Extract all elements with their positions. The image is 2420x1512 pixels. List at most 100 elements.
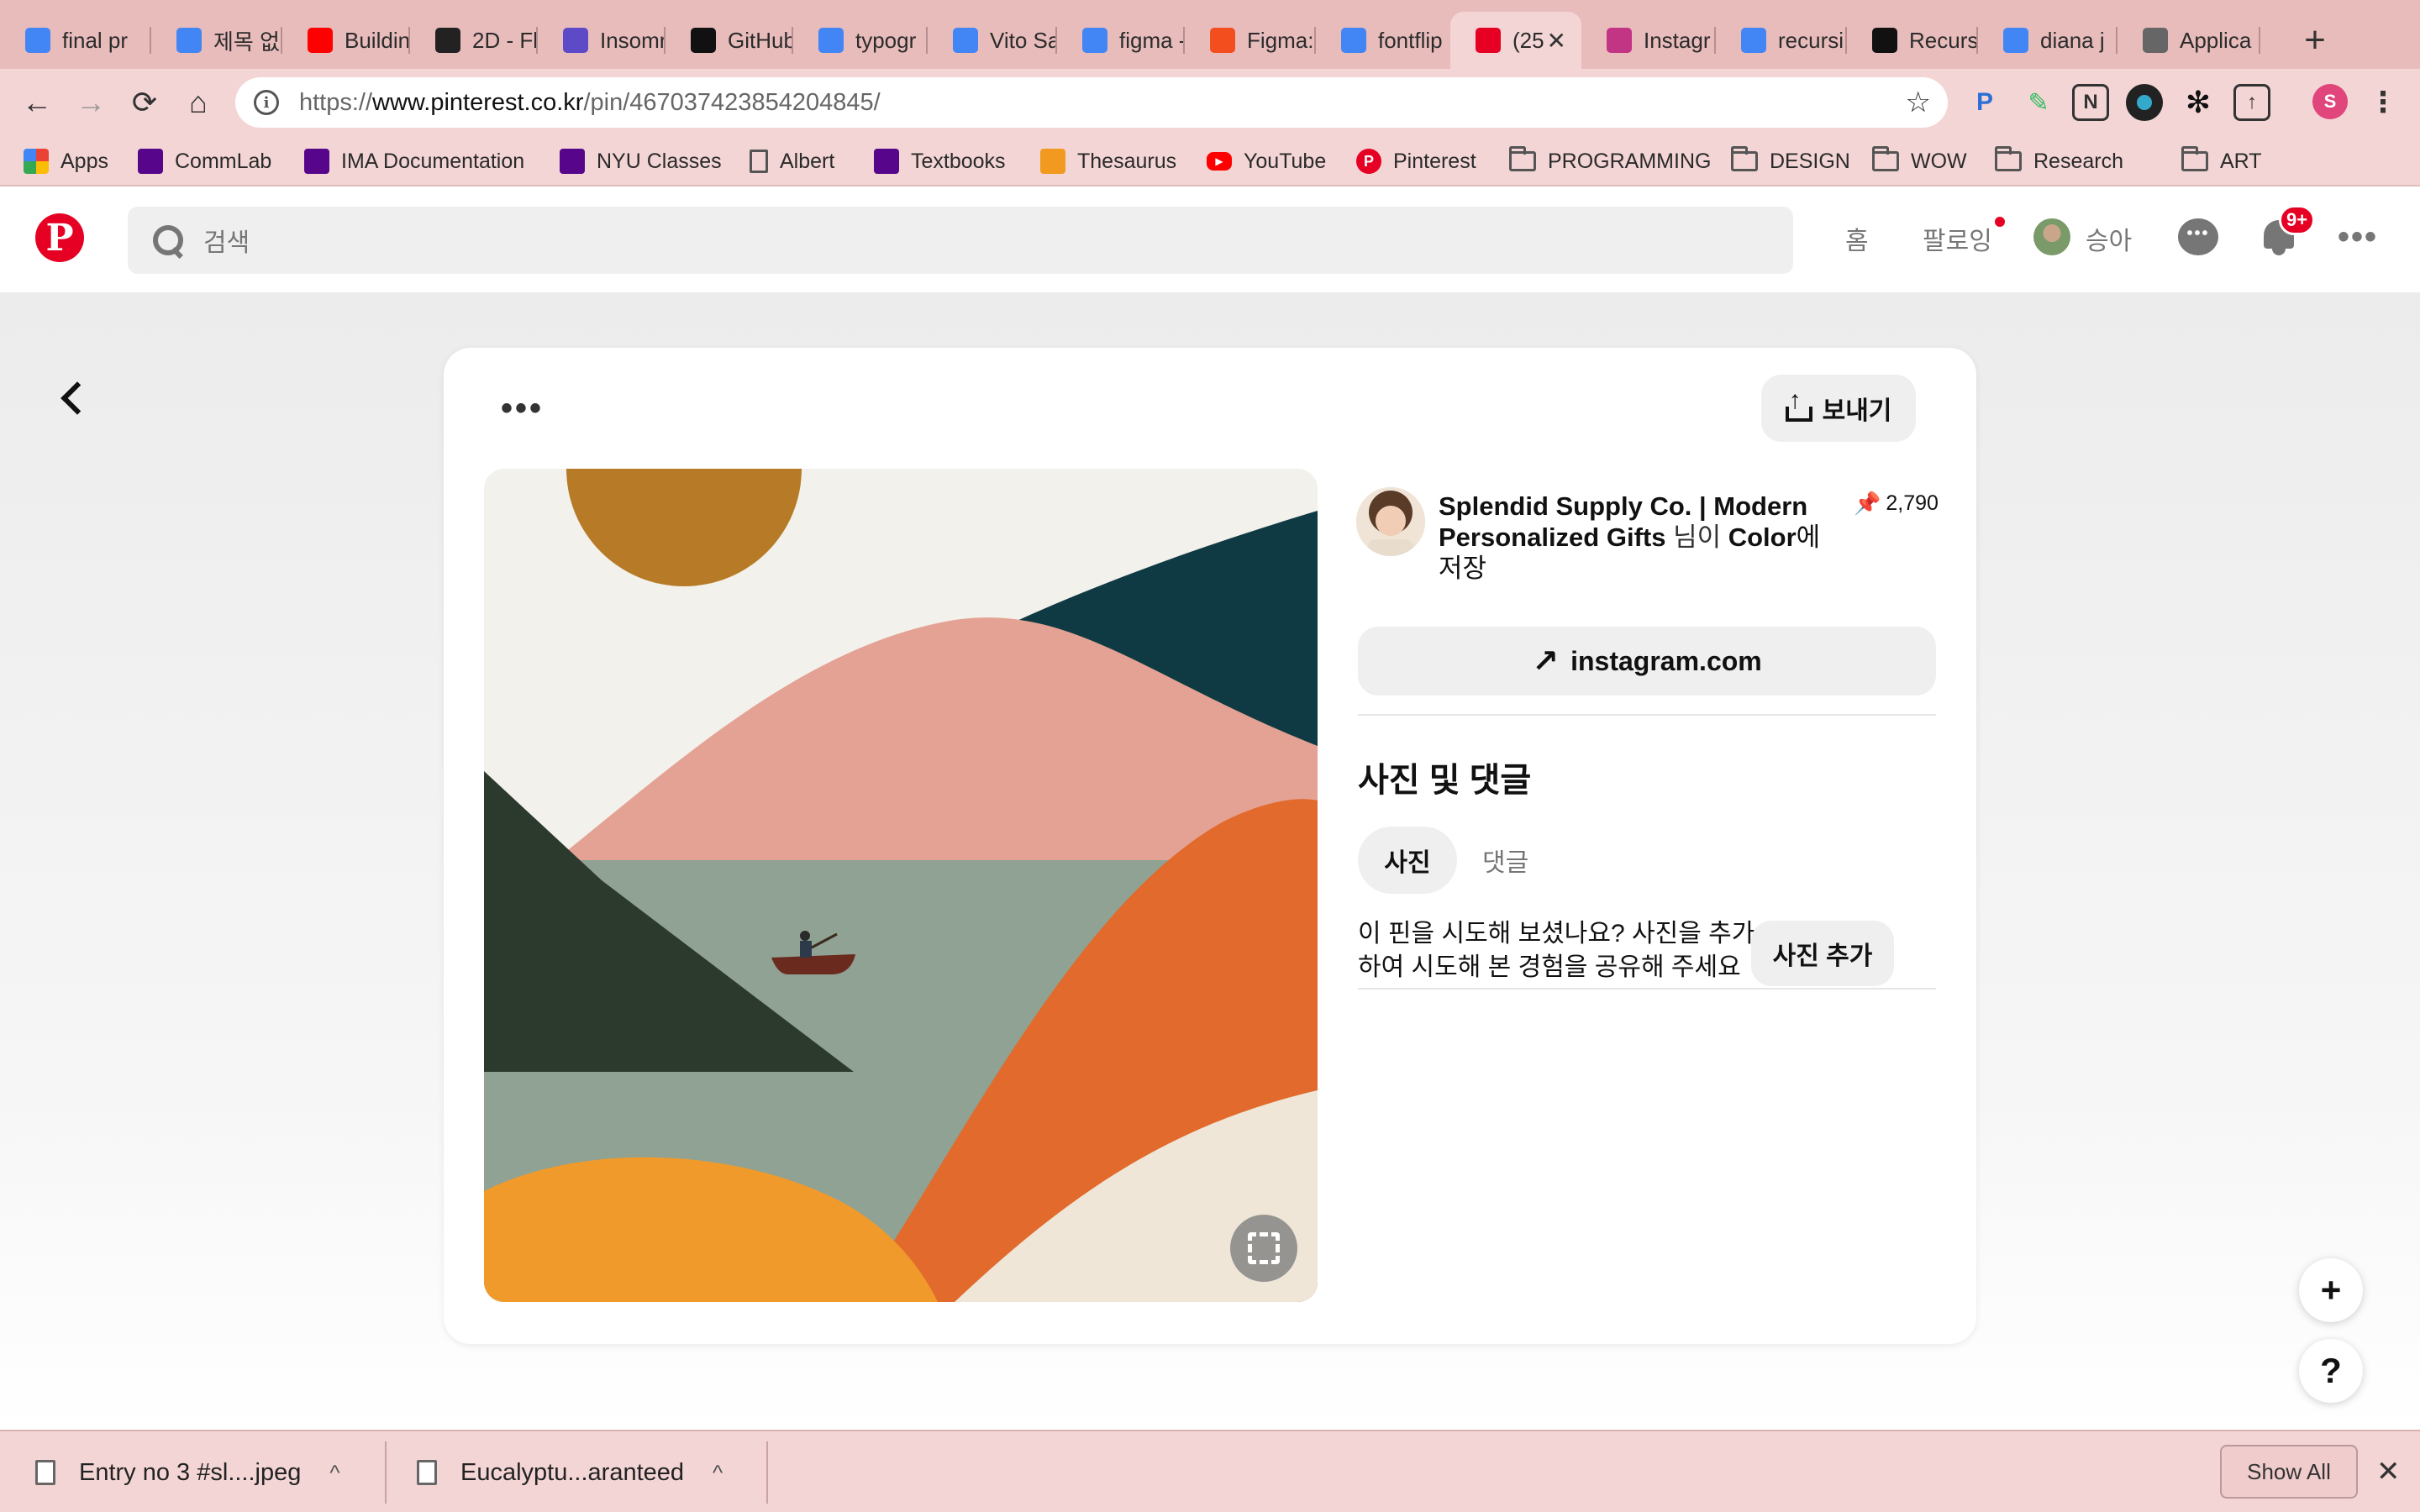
address-bar[interactable]: i https://www.pinterest.co.kr/pin/467037… xyxy=(235,77,1948,128)
nyu-torch-icon xyxy=(560,149,585,174)
bookmark-item[interactable]: Albert xyxy=(750,136,834,186)
bookmark-item[interactable]: Research xyxy=(1995,136,2123,186)
bookmark-label: YouTube xyxy=(1244,149,1327,173)
bookmark-item[interactable]: ▶ YouTube xyxy=(1207,136,1326,186)
tab-title: fontflip xyxy=(1378,27,1443,53)
browser-tab[interactable]: (25 ✕ xyxy=(1450,12,1581,69)
youtube-icon xyxy=(308,28,333,53)
bookmark-item[interactable]: Thesaurus xyxy=(1040,136,1176,186)
bookmark-item[interactable]: PROGRAMMING xyxy=(1509,136,1711,186)
board-name-link[interactable]: Color xyxy=(1728,522,1797,552)
pin-more-options-icon[interactable]: ••• xyxy=(501,391,544,425)
pinterest-icon xyxy=(1476,28,1501,53)
folder-icon xyxy=(1509,146,1536,171)
bookmark-item[interactable]: ART xyxy=(2181,136,2262,186)
bookmark-star-icon[interactable]: ☆ xyxy=(1906,86,1931,119)
chevron-up-icon[interactable]: ^ xyxy=(713,1460,723,1486)
messages-icon[interactable]: ••• xyxy=(2178,218,2218,255)
home-icon[interactable]: ⌂ xyxy=(176,81,220,124)
bookmark-item[interactable]: Apps xyxy=(24,136,108,186)
browser-tab[interactable]: typogr xyxy=(793,12,928,69)
bookmark-item[interactable]: DESIGN xyxy=(1731,136,1850,186)
bookmark-item[interactable]: NYU Classes xyxy=(560,136,722,186)
more-options-icon[interactable]: ••• xyxy=(2338,220,2378,254)
browser-tab[interactable]: 제목 없는 xyxy=(151,12,282,69)
browser-menu-icon[interactable]: ⋮ xyxy=(2365,84,2402,121)
expand-image-button[interactable] xyxy=(1230,1215,1297,1282)
close-downloads-icon[interactable]: ✕ xyxy=(2376,1455,2401,1488)
tab-comments[interactable]: 댓글 xyxy=(1482,827,1528,894)
add-photo-button[interactable]: 사진 추가 xyxy=(1751,921,1894,986)
bookmark-item[interactable]: WOW xyxy=(1872,136,1967,186)
browser-tab[interactable]: recursi xyxy=(1716,12,1847,69)
browser-tab[interactable]: Vito Sa xyxy=(928,12,1057,69)
browser-tab[interactable]: Figma: xyxy=(1185,12,1316,69)
close-tab-icon[interactable]: ✕ xyxy=(1547,27,1566,55)
chevron-up-icon[interactable]: ^ xyxy=(329,1460,339,1486)
tab-separator xyxy=(2259,27,2260,54)
pinterest-logo-icon[interactable]: P xyxy=(35,213,84,262)
tab-title: GitHub xyxy=(728,27,793,53)
extension-upload-icon[interactable]: ↑ xyxy=(2233,84,2270,121)
tab-title: Recurs xyxy=(1909,27,1978,53)
browser-tab[interactable]: Instagr xyxy=(1581,12,1716,69)
reload-icon[interactable]: ⟳ xyxy=(123,81,166,124)
search-input[interactable]: 검색 xyxy=(128,207,1793,274)
image-file-icon xyxy=(35,1460,55,1485)
browser-tab[interactable]: Applica xyxy=(2118,12,2260,69)
bookmark-label: WOW xyxy=(1911,149,1967,173)
tab-title: (25 xyxy=(1512,27,1544,53)
tab-title: Insomr xyxy=(600,27,666,53)
url-text[interactable]: https://www.pinterest.co.kr/pin/46703742… xyxy=(299,89,881,117)
bookmark-item[interactable]: Textbooks xyxy=(874,136,1006,186)
google-icon xyxy=(818,28,844,53)
figma-icon xyxy=(1210,28,1235,53)
create-plus-button[interactable]: + xyxy=(2299,1258,2363,1322)
download-item[interactable]: Entry no 3 #sl....jpeg ^ xyxy=(35,1431,340,1512)
youtube-icon: ▶ xyxy=(1207,152,1232,171)
nav-home-link[interactable]: 홈 xyxy=(1845,220,1869,257)
bookmark-label: IMA Documentation xyxy=(341,149,525,173)
back-arrow-icon[interactable]: ← xyxy=(15,81,59,124)
back-chevron-icon[interactable] xyxy=(54,375,91,425)
bookmark-item[interactable]: CommLab xyxy=(138,136,271,186)
saver-avatar[interactable] xyxy=(1356,487,1425,556)
pinterest-icon: P xyxy=(1356,149,1381,174)
browser-tab[interactable]: figma - xyxy=(1057,12,1185,69)
pin-image[interactable] xyxy=(484,469,1318,1302)
tab-title: Applica xyxy=(2180,27,2252,53)
extension-n-icon[interactable]: N xyxy=(2072,84,2109,121)
bookmark-item[interactable]: P Pinterest xyxy=(1356,136,1476,186)
browser-tab[interactable]: final pr xyxy=(0,12,151,69)
bookmark-label: PROGRAMMING xyxy=(1548,149,1712,173)
profile-avatar[interactable]: S xyxy=(2312,84,2348,119)
prompt-divider xyxy=(1358,988,1936,990)
nav-profile-link[interactable]: 승아 xyxy=(2086,220,2132,257)
nav-following-link[interactable]: 팔로잉 xyxy=(1923,220,1992,257)
browser-tab[interactable]: GitHub xyxy=(666,12,793,69)
tab-photos[interactable]: 사진 xyxy=(1358,827,1457,894)
download-separator xyxy=(385,1441,387,1504)
browser-tab[interactable]: 2D - Fl xyxy=(410,12,538,69)
help-button[interactable]: ? xyxy=(2299,1339,2363,1403)
google-icon xyxy=(1341,28,1366,53)
source-link-button[interactable]: ↗ instagram.com xyxy=(1358,627,1936,696)
show-all-downloads-button[interactable]: Show All xyxy=(2220,1445,2358,1499)
new-tab-button[interactable]: + xyxy=(2294,15,2336,66)
evernote-icon[interactable]: ✎ xyxy=(2020,84,2057,121)
extension-p-icon[interactable]: P xyxy=(1966,84,2003,121)
browser-tab[interactable]: Insomr xyxy=(538,12,666,69)
browser-tab[interactable]: Recurs xyxy=(1847,12,1978,69)
user-avatar[interactable] xyxy=(2033,218,2070,255)
browser-tab[interactable]: fontflip xyxy=(1316,12,1450,69)
extension-asterisk-icon[interactable]: ✻ xyxy=(2180,84,2217,121)
forward-arrow-icon[interactable]: → xyxy=(69,81,113,124)
browser-tab[interactable]: diana j xyxy=(1978,12,2118,69)
extension-circle-icon[interactable] xyxy=(2126,84,2163,121)
bookmark-item[interactable]: IMA Documentation xyxy=(304,136,524,186)
send-button[interactable]: 보내기 xyxy=(1761,375,1916,442)
site-info-icon[interactable]: i xyxy=(254,90,279,115)
download-item[interactable]: Eucalyptu...aranteed ^ xyxy=(417,1431,723,1512)
google-icon xyxy=(1741,28,1766,53)
browser-tab[interactable]: Buildin xyxy=(282,12,410,69)
